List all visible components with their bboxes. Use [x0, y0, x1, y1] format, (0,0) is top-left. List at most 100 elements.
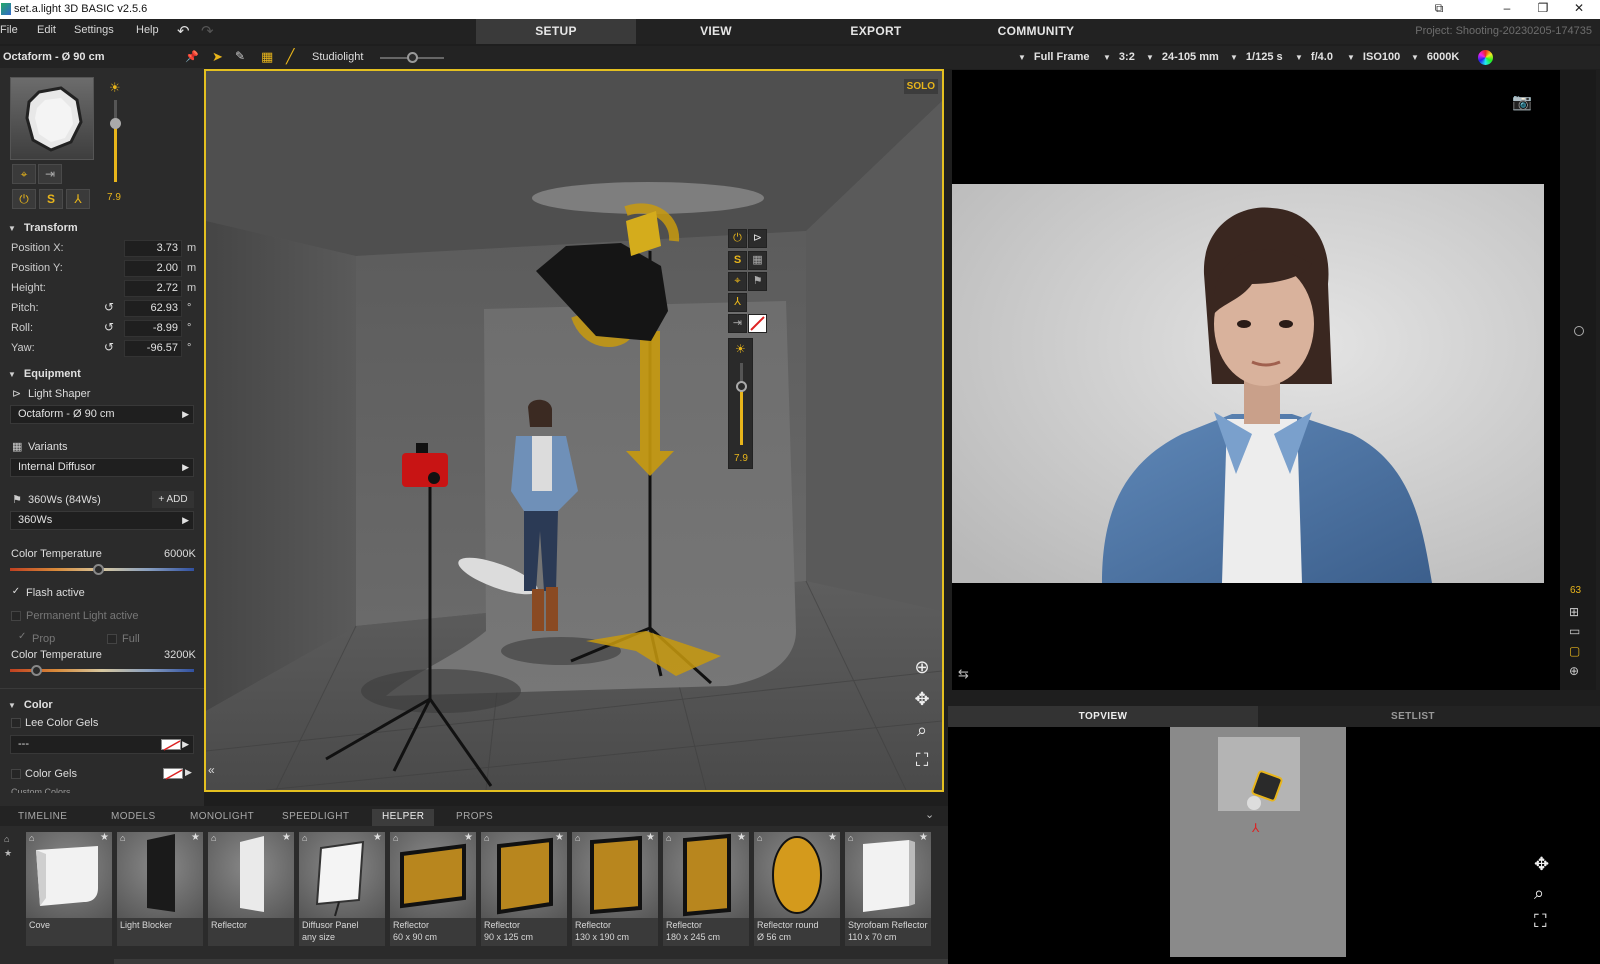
aperture-dropdown[interactable]: ▼ f/4.0	[1295, 51, 1333, 63]
light-shaper-dropdown[interactable]: Octaform - Ø 90 cm ▶	[10, 405, 194, 424]
star-icon[interactable]: ★	[919, 832, 928, 843]
snap-icon[interactable]: ⧉	[1424, 1, 1454, 18]
tab-props[interactable]: PROPS	[446, 809, 503, 826]
star-icon[interactable]: ★	[100, 832, 109, 843]
star-icon[interactable]: ★	[373, 832, 382, 843]
flash-trigger-icon[interactable]: ⊳	[748, 229, 767, 248]
orbit-icon[interactable]: ⊕	[910, 655, 934, 679]
pan-icon[interactable]: ✥	[910, 687, 934, 711]
white-balance-dropdown[interactable]: ▼ 6000K	[1411, 51, 1459, 63]
roll-input[interactable]: -8.99	[124, 320, 182, 337]
3d-viewport[interactable]: SOLO ⏻ ⊳ S ▦ ⌖ ⚑ ⅄ ⇥ ☀ 7.9 ⊕ ✥ ⌕ ⛶ «	[204, 69, 944, 792]
power-slider-knob[interactable]	[110, 118, 121, 129]
zoom-icon[interactable]: ⌕	[1534, 883, 1544, 904]
shelf-item-reflector-180x245[interactable]: ⌂ ★ Reflector 180 x 245 cm	[663, 832, 749, 946]
flash-active-checkbox[interactable]: ✓	[11, 587, 21, 597]
flash-power-dropdown[interactable]: 360Ws ▶	[10, 511, 194, 530]
favorites-filter-icon[interactable]: ★	[4, 848, 12, 859]
target-icon[interactable]: ⌖	[12, 164, 36, 184]
grid-toggle-icon[interactable]: ▦	[261, 49, 273, 65]
tab-timeline[interactable]: TIMELINE	[8, 809, 77, 826]
shelf-item-styrofoam-reflector[interactable]: ⌂ ★ Styrofoam Reflector 110 x 70 cm	[845, 832, 931, 946]
collapse-panel-icon[interactable]: «	[208, 763, 215, 777]
color-wheel-icon[interactable]	[1478, 50, 1493, 65]
menu-edit[interactable]: Edit	[37, 24, 56, 36]
shelf-scrollbar[interactable]	[114, 959, 948, 964]
position-x-input[interactable]: 3.73	[124, 240, 182, 257]
redo-icon[interactable]: ↷	[201, 22, 214, 40]
shelf-item-cove[interactable]: ⌂ ★ Cove	[26, 832, 112, 946]
topview-panel[interactable]: ⅄ ✥ ⌕ ⛶	[948, 727, 1600, 964]
pitch-input[interactable]: 62.93	[124, 300, 182, 317]
grid-icon[interactable]: ▦	[748, 251, 767, 270]
color-temperature-knob[interactable]	[93, 564, 104, 575]
star-icon[interactable]: ★	[646, 832, 655, 843]
select-tool-icon[interactable]: ➤	[212, 49, 223, 65]
solo-badge[interactable]: SOLO	[903, 79, 938, 94]
tab-export[interactable]: EXPORT	[796, 19, 956, 44]
topview-model[interactable]	[1247, 796, 1261, 810]
shelf-item-light-blocker[interactable]: ⌂ ★ Light Blocker	[117, 832, 203, 946]
color-temperature-2-knob[interactable]	[31, 665, 42, 676]
tab-models[interactable]: MODELS	[101, 809, 166, 826]
gel-swatch-icon[interactable]	[748, 314, 767, 333]
solo-icon[interactable]: S	[728, 251, 747, 270]
tab-setlist[interactable]: SETLIST	[1258, 706, 1568, 727]
frame-icon[interactable]: ▢	[1569, 644, 1580, 658]
color-gels-checkbox[interactable]	[11, 769, 21, 779]
menu-help[interactable]: Help	[136, 24, 159, 36]
frame-all-icon[interactable]: ⛶	[1534, 911, 1547, 932]
topview-camera[interactable]: ⅄	[1252, 821, 1259, 835]
shelf-item-reflector-round[interactable]: ⌂ ★ Reflector round Ø 56 cm	[754, 832, 840, 946]
roll-reset-icon[interactable]: ↺	[104, 320, 114, 334]
shelf-item-reflector-130x190[interactable]: ⌂ ★ Reflector 130 x 190 cm	[572, 832, 658, 946]
stand-icon[interactable]: ⅄	[728, 293, 747, 312]
align-icon[interactable]: ⇥	[728, 314, 747, 333]
chevron-right-icon[interactable]: ▶	[185, 767, 192, 778]
add-flash-button[interactable]: + ADD	[152, 491, 194, 508]
studiolight-knob[interactable]	[407, 52, 418, 63]
tab-community[interactable]: COMMUNITY	[956, 19, 1116, 44]
lee-gels-checkbox[interactable]	[11, 718, 21, 728]
swap-view-icon[interactable]: ⇆	[958, 666, 969, 682]
minimize-button[interactable]: –	[1492, 1, 1522, 18]
height-input[interactable]: 2.72	[124, 280, 182, 297]
shelf-item-reflector-90x125[interactable]: ⌂ ★ Reflector 90 x 125 cm	[481, 832, 567, 946]
light-power-knob[interactable]	[736, 381, 747, 392]
sensor-dropdown[interactable]: ▼ Full Frame	[1018, 51, 1090, 63]
orbit-icon[interactable]: ⊕	[1569, 664, 1579, 678]
yaw-reset-icon[interactable]: ↺	[104, 340, 114, 354]
yaw-input[interactable]: -96.57	[124, 340, 182, 357]
histogram-icon[interactable]: ▭	[1569, 624, 1580, 638]
maximize-button[interactable]: ❐	[1528, 1, 1558, 18]
target-icon[interactable]: ⌖	[728, 272, 747, 291]
pan-icon[interactable]: ✥	[1534, 854, 1549, 875]
solo-icon[interactable]: S	[39, 189, 63, 209]
menu-file[interactable]: File	[0, 24, 18, 36]
star-icon[interactable]: ★	[464, 832, 473, 843]
align-icon[interactable]: ⇥	[38, 164, 62, 184]
tab-speedlight[interactable]: SPEEDLIGHT	[272, 809, 359, 826]
shutter-dropdown[interactable]: ▼ 1/125 s	[1230, 51, 1283, 63]
shelf-item-diffusor-panel[interactable]: ⌂ ★ Diffusor Panel any size	[299, 832, 385, 946]
camera-snapshot-icon[interactable]: 📷	[1512, 92, 1532, 112]
shelf-item-reflector-60x90[interactable]: ⌂ ★ Reflector 60 x 90 cm	[390, 832, 476, 946]
grid-overlay-icon[interactable]: ⊞	[1569, 605, 1579, 619]
full-checkbox[interactable]	[107, 634, 117, 644]
permanent-light-checkbox[interactable]	[11, 611, 21, 621]
power-icon[interactable]: ⏻	[12, 189, 36, 209]
stand-icon[interactable]: ⅄	[66, 189, 90, 209]
lens-dropdown[interactable]: ▼ 24-105 mm	[1146, 51, 1219, 63]
zoom-icon[interactable]: ⌕	[910, 718, 934, 742]
camera-slider-knob[interactable]	[1574, 326, 1584, 336]
lee-gels-dropdown[interactable]: --- ▶	[10, 735, 194, 754]
star-icon[interactable]: ★	[555, 832, 564, 843]
menu-settings[interactable]: Settings	[74, 24, 114, 36]
pin-icon[interactable]: 📌	[185, 50, 199, 63]
position-y-input[interactable]: 2.00	[124, 260, 182, 277]
star-icon[interactable]: ★	[282, 832, 291, 843]
measure-tool-icon[interactable]: ✎	[235, 49, 245, 63]
variants-dropdown[interactable]: Internal Diffusor ▶	[10, 458, 194, 477]
tab-view[interactable]: VIEW	[636, 19, 796, 44]
tab-setup[interactable]: SETUP	[476, 19, 636, 44]
